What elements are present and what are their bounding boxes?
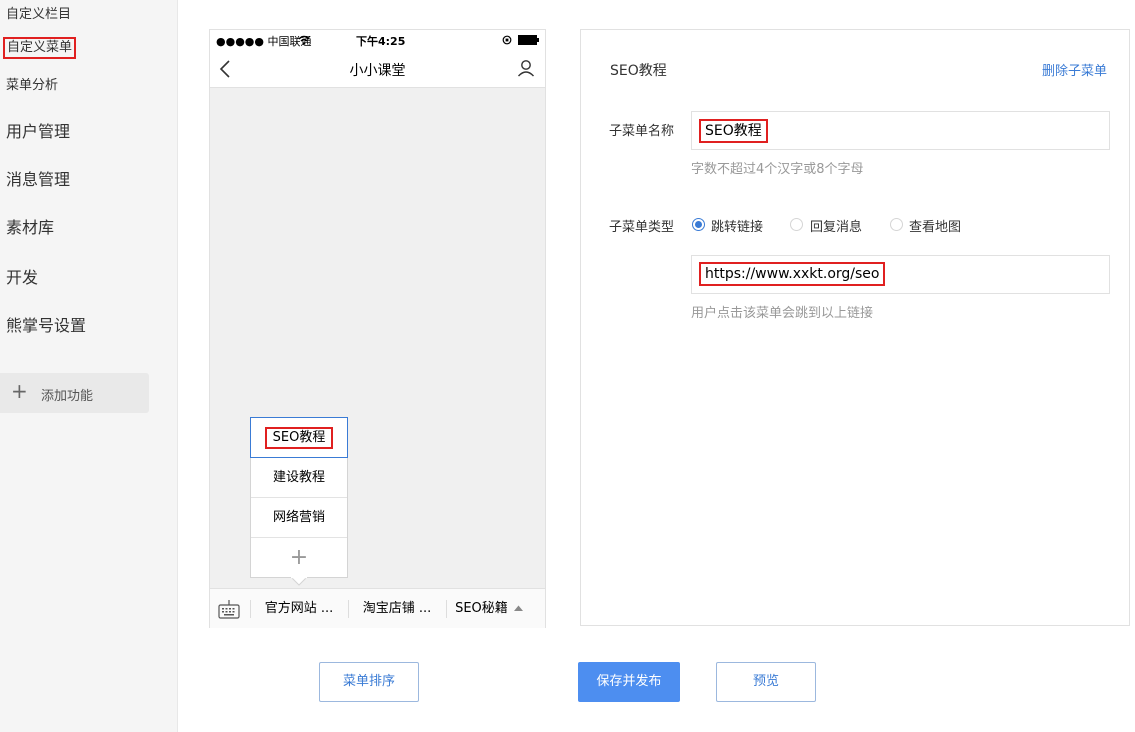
sidebar: 自定义栏目 自定义菜单 菜单分析 用户管理 消息管理 素材库 开发 熊掌号设置 … (0, 0, 178, 732)
url-input[interactable]: https://www.xxkt.org/seo (691, 255, 1110, 294)
menu-sort-button[interactable]: 菜单排序 (319, 662, 419, 702)
menu-separator (446, 600, 447, 618)
sidebar-item-material-library[interactable]: 素材库 (6, 214, 54, 238)
preview-button[interactable]: 预览 (716, 662, 816, 702)
phone-nav-bar: 小小课堂 (210, 50, 545, 88)
sidebar-item-custom-column[interactable]: 自定义栏目 (6, 3, 71, 22)
keyboard-icon[interactable] (218, 598, 240, 620)
name-label: 子菜单名称 (609, 124, 675, 139)
radio-view-map[interactable] (890, 218, 903, 231)
menu-item-official-site[interactable]: 官方网站 ... (250, 589, 348, 629)
menu-item-label: SEO秘籍 (455, 601, 508, 616)
submenu-item-web-marketing[interactable]: 网络营销 (251, 498, 347, 538)
url-input-value: https://www.xxkt.org/seo (699, 262, 886, 286)
wifi-icon (298, 35, 310, 45)
orientation-lock-icon (502, 35, 512, 45)
sidebar-item-user-management[interactable]: 用户管理 (6, 118, 70, 142)
plus-icon: + (11, 379, 28, 403)
user-icon[interactable] (517, 59, 535, 77)
status-time: 下午4:25 (356, 35, 406, 48)
radio-reply-message[interactable] (790, 218, 803, 231)
radio-jump-link[interactable] (692, 218, 705, 231)
battery-icon (518, 35, 539, 45)
submenu-item-build-tutorial[interactable]: 建设教程 (251, 458, 347, 498)
menu-item-taobao-store[interactable]: 淘宝店铺 ... (348, 589, 446, 629)
add-function-button[interactable]: + 添加功能 (0, 373, 149, 413)
radio-jump-link-label[interactable]: 跳转链接 (711, 216, 763, 235)
url-hint: 用户点击该菜单会跳到以上链接 (691, 306, 874, 321)
name-input[interactable]: SEO教程 (691, 111, 1110, 150)
phone-preview: ●●●●● 中国联通 下午4:25 小小课堂 SEO教程 建设教程 网络营销 +… (209, 29, 546, 628)
triangle-up-icon (513, 605, 523, 611)
add-submenu-button[interactable]: + (251, 538, 347, 578)
menu-item-seo-secrets[interactable]: SEO秘籍 (448, 589, 530, 629)
submenu-active-outline (250, 417, 348, 458)
submenu-pointer-icon (291, 577, 307, 586)
type-label: 子菜单类型 (609, 220, 675, 235)
name-hint: 字数不超过4个汉字或8个字母 (691, 162, 864, 177)
status-bar: ●●●●● 中国联通 下午4:25 (210, 30, 545, 50)
radio-reply-message-label[interactable]: 回复消息 (810, 216, 862, 235)
editor-title: SEO教程 (610, 63, 667, 79)
sidebar-item-message-management[interactable]: 消息管理 (6, 166, 70, 190)
submenu-popup: SEO教程 建设教程 网络营销 + (250, 417, 348, 586)
save-publish-button[interactable]: 保存并发布 (578, 662, 680, 702)
delete-submenu-link[interactable]: 删除子菜单 (1042, 60, 1107, 79)
add-function-label: 添加功能 (41, 389, 94, 404)
phone-title: 小小课堂 (349, 63, 406, 79)
sidebar-item-custom-menu[interactable]: 自定义菜单 (3, 37, 77, 59)
sidebar-item-bear-paw-settings[interactable]: 熊掌号设置 (6, 312, 86, 336)
sidebar-item-develop[interactable]: 开发 (6, 264, 38, 288)
phone-menu-bar: 官方网站 ... 淘宝店铺 ... SEO秘籍 (210, 588, 545, 628)
radio-view-map-label[interactable]: 查看地图 (909, 216, 961, 235)
submenu-editor-panel: SEO教程 删除子菜单 子菜单名称 SEO教程 字数不超过4个汉字或8个字母 子… (580, 29, 1130, 626)
sidebar-item-menu-analysis[interactable]: 菜单分析 (6, 74, 58, 93)
name-input-value: SEO教程 (699, 119, 768, 143)
